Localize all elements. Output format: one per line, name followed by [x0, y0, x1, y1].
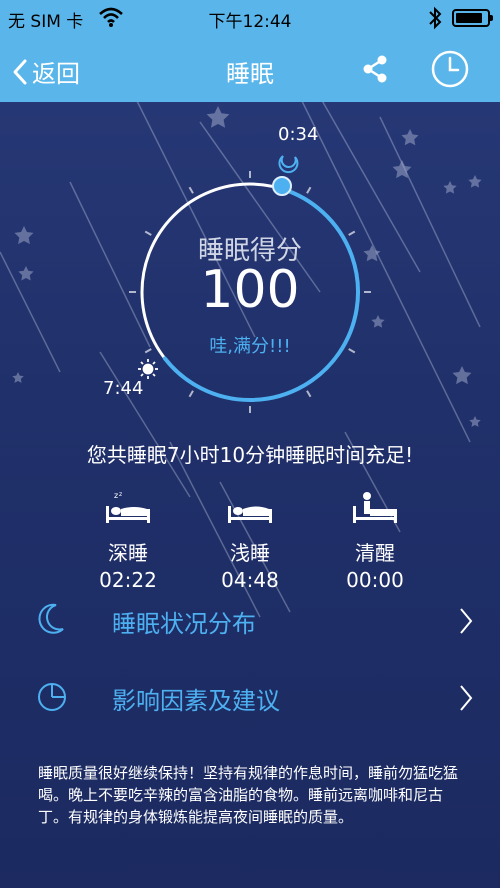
sleep-summary: 您共睡眠7小时10分钟睡眠时间充足! — [86, 443, 414, 467]
status-time: 下午12:44 — [208, 12, 292, 32]
deep-sleep-bed-icon: z z — [106, 491, 150, 523]
bluetooth-icon — [429, 6, 442, 30]
light-sleep-bed-icon — [228, 506, 272, 523]
stage-duration: 02:22 — [99, 568, 157, 592]
crescent-moon-icon — [38, 603, 64, 634]
chevron-right-icon — [460, 608, 473, 634]
nav-bar: 返回 睡眠 — [0, 36, 500, 102]
svg-text:z: z — [119, 491, 122, 498]
stage-name: 清醒 — [355, 541, 395, 565]
wake-time: 7:44 — [103, 378, 144, 399]
status-bar: 无 SIM 卡 下午12:44 — [0, 0, 500, 36]
dial-tick — [306, 390, 312, 398]
dial-tick — [306, 186, 312, 194]
score-comment: 哇,满分!!! — [209, 336, 291, 357]
menu-label: 睡眠状况分布 — [112, 610, 256, 638]
sleep-report: 0:34 7:44 睡眠得分 100 哇,满分!!! 您共睡眠7小时10分钟睡眠… — [0, 102, 500, 888]
sleep-start-marker — [272, 176, 292, 196]
svg-text:z: z — [114, 491, 118, 500]
sun-icon — [138, 359, 158, 379]
sleep-score: 100 — [200, 260, 300, 320]
menu-label: 影响因素及建议 — [112, 687, 280, 715]
chevron-right-icon — [460, 685, 473, 711]
stage-light-sleep: 浅睡 04:48 — [190, 485, 310, 592]
awake-bed-icon — [353, 492, 397, 523]
stage-awake: 清醒 00:00 — [315, 485, 435, 592]
stage-deep-sleep: z z 深睡 02:22 — [68, 485, 188, 592]
pie-chart-icon — [38, 683, 66, 711]
sleep-start-time: 0:34 — [278, 124, 319, 145]
dial-tick — [188, 390, 194, 398]
stage-name: 深睡 — [108, 541, 148, 565]
menu-sleep-distribution[interactable]: 睡眠状况分布 — [0, 590, 500, 650]
stage-duration: 00:00 — [346, 568, 404, 592]
moon-icon — [278, 155, 299, 174]
clock-history-icon[interactable] — [430, 49, 470, 89]
stage-name: 浅睡 — [230, 541, 270, 565]
menu-factors-advice[interactable]: 影响因素及建议 — [0, 667, 500, 727]
stage-duration: 04:48 — [221, 568, 279, 592]
share-icon[interactable] — [360, 54, 390, 84]
page-title: 睡眠 — [226, 60, 274, 88]
sleep-advice: 睡眠质量很好继续保持！坚持有规律的作息时间，睡前勿猛吃猛喝。晚上不要吃辛辣的富含… — [38, 764, 459, 826]
dial-tick — [188, 186, 194, 194]
battery-icon — [452, 9, 493, 27]
